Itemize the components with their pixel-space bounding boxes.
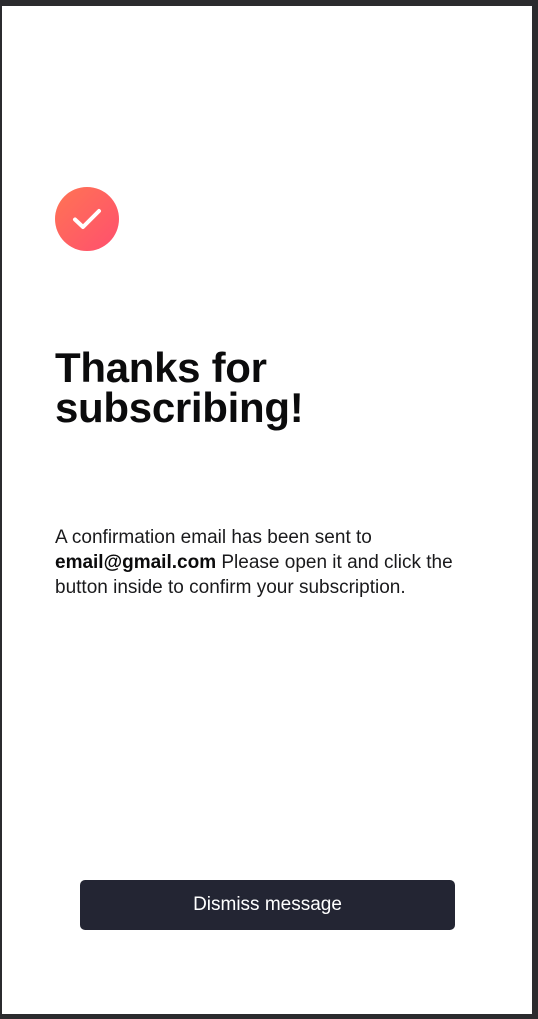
dismiss-button[interactable]: Dismiss message <box>80 880 455 930</box>
title-line-2: subscribing! <box>55 384 304 431</box>
email-address: email@gmail.com <box>55 552 217 573</box>
page-title: Thanks for subscribing! <box>55 344 485 431</box>
checkmark-icon <box>72 207 102 231</box>
success-badge <box>55 187 119 251</box>
confirmation-message: A confirmation email has been sent to em… <box>55 525 485 600</box>
success-card: Thanks for subscribing! A confirmation e… <box>2 6 532 1014</box>
message-intro: A confirmation email has been sent to <box>55 527 372 548</box>
title-line-1: Thanks for <box>55 344 267 391</box>
